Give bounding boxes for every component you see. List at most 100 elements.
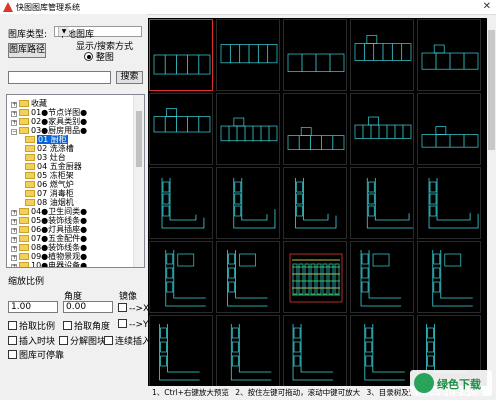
scrollbar-thumb[interactable] [488, 30, 495, 150]
cad-drawing-preview [287, 53, 345, 72]
thumbnail-cell[interactable] [149, 241, 213, 313]
cad-drawing-preview [421, 126, 479, 148]
cad-drawing-preview [354, 35, 412, 61]
pick-angle-label: 拾取角度 [74, 322, 111, 332]
cad-drawing-preview [227, 250, 268, 307]
cad-drawing-preview [421, 44, 479, 70]
mirror-x-checkbox[interactable]: -->X [118, 303, 149, 314]
thumbnail-cell[interactable] [216, 93, 280, 165]
angle-input[interactable]: 0.00 [63, 301, 113, 313]
cad-drawing-preview [428, 178, 479, 229]
thumbnail-cell[interactable] [283, 167, 347, 239]
thumbnail-cell[interactable] [149, 167, 213, 239]
category-tree[interactable]: + 收藏 +01●节点详图● +02●家具类别● −03●厨房用品● 01 厨柜 02 洗涤… [6, 94, 145, 268]
continuous-insert-checkbox[interactable]: 连续插入 [104, 334, 151, 347]
detach-library-label: 图库可停靠 [19, 351, 65, 361]
collapse-icon[interactable]: − [11, 129, 17, 135]
explode-block-checkbox[interactable]: 分解图块 [59, 334, 106, 347]
thumbnail-cell[interactable] [283, 241, 347, 313]
scale-input[interactable]: 1.00 [8, 301, 58, 313]
cad-drawing-preview [220, 117, 278, 142]
display-mode-radio[interactable]: 整图 [84, 50, 114, 63]
continuous-insert-label: 连续插入 [115, 337, 152, 347]
detach-library-checkbox[interactable]: 图库可停靠 [8, 348, 64, 361]
library-type-select[interactable]: 本地图库 ▼ [54, 26, 142, 40]
cad-drawing-preview [364, 324, 405, 381]
folder-icon [19, 100, 29, 107]
search-button[interactable]: 搜索 [116, 71, 143, 84]
left-panel: 图库类型: 本地图库 ▼ 图库路径 显示/搜索方式 整图 搜索 + 收藏 +01●节… [0, 14, 151, 400]
thumbnail-cell[interactable] [149, 93, 213, 165]
cad-drawing-preview [161, 178, 205, 229]
cad-drawing-preview [295, 178, 337, 229]
angle-value: 0.00 [66, 302, 87, 312]
thumbnail-cell[interactable] [216, 19, 280, 91]
thumbnail-cell[interactable] [417, 167, 481, 239]
thumbnail-cell[interactable] [216, 167, 280, 239]
folder-icon [25, 181, 35, 188]
folder-icon [25, 145, 35, 152]
grid-scrollbar[interactable] [487, 18, 496, 386]
folder-icon [25, 172, 35, 179]
thumbnail-cell[interactable] [350, 241, 414, 313]
pick-scale-label: 拾取比例 [19, 322, 56, 332]
status-tip-1: 1、Ctrl+右键放大预览 [152, 388, 229, 397]
thumbnail-cell[interactable] [149, 19, 213, 91]
tree-item[interactable]: +10●电器设备● [11, 260, 87, 267]
app-icon [3, 2, 13, 12]
thumbnail-cell[interactable] [350, 93, 414, 165]
thumbnail-cell[interactable] [417, 19, 481, 91]
thumbnail-cell[interactable] [350, 315, 414, 387]
cad-drawing-preview [165, 250, 206, 307]
cad-drawing-preview [287, 127, 345, 150]
thumbnail-cell[interactable] [350, 19, 414, 91]
window-title: 快图图库管理系统 [16, 3, 80, 12]
cad-drawing-preview [220, 44, 278, 64]
scale-value: 1.00 [11, 302, 32, 312]
thumbnail-grid[interactable] [148, 18, 487, 387]
display-mode-value: 整图 [95, 53, 114, 63]
folder-icon [19, 235, 29, 242]
folder-icon [19, 244, 29, 251]
tree-scrollbar[interactable] [133, 95, 144, 267]
pick-scale-checkbox[interactable]: 拾取比例 [8, 319, 55, 332]
folder-icon [25, 190, 35, 197]
mirror-x-label: -->X [129, 304, 150, 314]
folder-icon [19, 262, 29, 267]
folder-icon [19, 217, 29, 224]
thumbnail-cell[interactable] [216, 241, 280, 313]
folder-icon [19, 109, 29, 116]
close-icon[interactable]: ✕ [483, 1, 491, 12]
thumbnail-cell[interactable] [417, 93, 481, 165]
thumbnail-cell[interactable] [350, 167, 414, 239]
thumbnail-cell[interactable] [216, 315, 280, 387]
thumbnail-cell[interactable] [283, 315, 347, 387]
expand-icon[interactable]: + [11, 264, 17, 267]
folder-icon [25, 136, 35, 143]
thumbnail-cell[interactable] [149, 315, 213, 387]
watermark-logo: 绿色下载 [410, 370, 492, 396]
cad-drawing-preview [292, 324, 334, 381]
folder-icon [19, 253, 29, 260]
thumbnail-cell[interactable] [283, 93, 347, 165]
folder-icon [25, 154, 35, 161]
status-tip-2: 2、按住左键可拖动，滚动中键可放大 [235, 388, 361, 397]
library-path-button[interactable]: 图库路径 [8, 43, 46, 58]
thumbnail-cell[interactable] [283, 19, 347, 91]
mirror-y-checkbox[interactable]: -->Y [118, 319, 149, 330]
insert-block-checkbox[interactable]: 插入时块 [8, 334, 55, 347]
thumbnail-cell[interactable] [417, 241, 481, 313]
scrollbar-thumb[interactable] [136, 111, 142, 167]
cad-drawing-preview [289, 253, 343, 303]
folder-icon [19, 226, 29, 233]
search-input[interactable] [8, 71, 111, 84]
scale-label: 缩放比例 [8, 277, 45, 287]
watermark-icon [414, 373, 434, 393]
pick-angle-checkbox[interactable]: 拾取角度 [63, 319, 110, 332]
explode-block-label: 分解图块 [70, 337, 107, 347]
folder-icon [25, 163, 35, 170]
mirror-label: 镜像 [119, 292, 138, 302]
insert-block-label: 插入时块 [19, 337, 56, 347]
library-type-label: 图库类型: [8, 30, 48, 40]
folder-icon [19, 127, 29, 134]
